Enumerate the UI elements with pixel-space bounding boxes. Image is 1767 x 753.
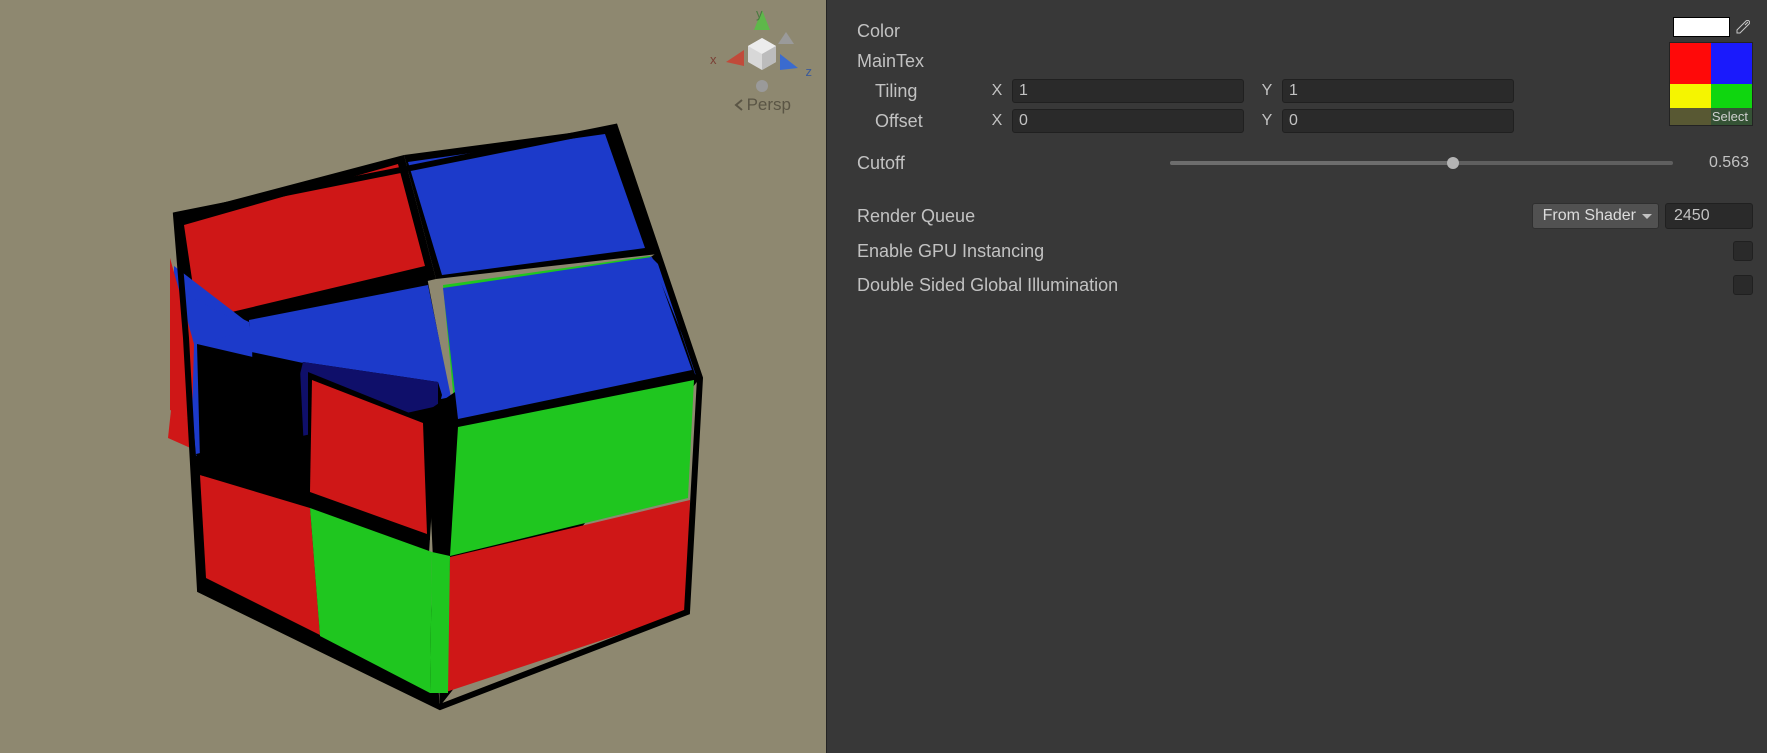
scene-viewport[interactable]: x y z Persp	[0, 0, 826, 753]
tiling-x-label: X	[982, 82, 1012, 100]
chevron-left-icon	[733, 99, 745, 111]
color-swatch[interactable]	[1673, 17, 1730, 37]
texture-preview-tile	[1711, 43, 1752, 84]
tiling-x-field[interactable]: 1	[1012, 79, 1244, 103]
texture-preview[interactable]: Select	[1669, 42, 1753, 126]
texture-preview-tile	[1670, 43, 1711, 84]
offset-y-label: Y	[1252, 112, 1282, 130]
double-sided-gi-checkbox[interactable]	[1733, 275, 1753, 295]
cutoff-value[interactable]: 0.563	[1685, 154, 1753, 172]
gpu-instancing-label: Enable GPU Instancing	[857, 241, 1044, 262]
orientation-gizmo[interactable]: x y z	[716, 8, 808, 100]
projection-toggle[interactable]: Persp	[733, 95, 791, 115]
texture-select-button[interactable]: Select	[1670, 108, 1752, 125]
maintex-label: MainTex	[857, 51, 924, 72]
tiling-y-label: Y	[1252, 82, 1282, 100]
cutoff-slider[interactable]	[1170, 161, 1673, 165]
cutoff-slider-fill	[1170, 161, 1453, 165]
double-sided-gi-label: Double Sided Global Illumination	[857, 275, 1118, 296]
offset-label: Offset	[857, 111, 982, 132]
scene-cube	[0, 0, 826, 753]
gizmo-z-label: z	[806, 64, 813, 79]
offset-x-label: X	[982, 112, 1012, 130]
gizmo-x-label: x	[710, 52, 717, 67]
render-queue-label: Render Queue	[857, 206, 975, 227]
tiling-y-field[interactable]: 1	[1282, 79, 1514, 103]
tiling-label: Tiling	[857, 81, 982, 102]
cutoff-label: Cutoff	[857, 153, 905, 174]
render-queue-dropdown[interactable]: From Shader	[1532, 203, 1659, 229]
inspector-panel: Color MainTex Select Tiling X 1	[826, 0, 1767, 753]
projection-label: Persp	[747, 95, 791, 115]
offset-y-field[interactable]: 0	[1282, 109, 1514, 133]
gizmo-y-label: y	[756, 6, 763, 21]
render-queue-value[interactable]: 2450	[1665, 203, 1753, 229]
color-label: Color	[857, 21, 900, 42]
gpu-instancing-checkbox[interactable]	[1733, 241, 1753, 261]
eyedropper-icon[interactable]	[1733, 17, 1753, 37]
cutoff-slider-thumb[interactable]	[1447, 157, 1459, 169]
offset-x-field[interactable]: 0	[1012, 109, 1244, 133]
